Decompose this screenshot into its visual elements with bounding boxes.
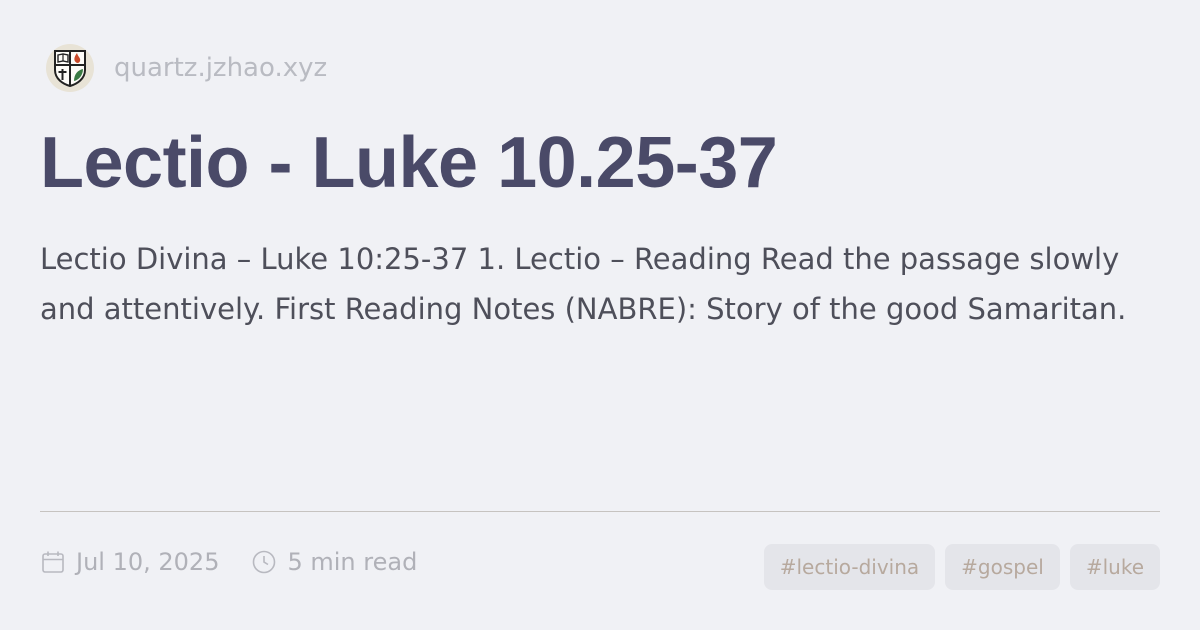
site-header: quartz.jzhao.xyz: [46, 44, 327, 92]
calendar-icon: [42, 551, 64, 573]
clock-icon: [253, 550, 276, 574]
page-title: Lectio - Luke 10.25-37: [40, 123, 778, 203]
reading-time-meta: 5 min read: [251, 548, 417, 576]
site-domain[interactable]: quartz.jzhao.xyz: [114, 53, 327, 83]
date-meta: Jul 10, 2025: [40, 548, 219, 576]
reading-time: 5 min read: [287, 548, 418, 576]
tag-list: #lectio-divina #gospel #luke: [754, 544, 1160, 590]
og-card: quartz.jzhao.xyz Lectio - Luke 10.25-37 …: [0, 0, 1200, 630]
meta-row: Jul 10, 2025 5 min read: [40, 548, 449, 576]
shield-book-cross-flame-icon: [54, 50, 86, 88]
tag-gospel[interactable]: #gospel: [945, 544, 1060, 590]
page-excerpt: Lectio Divina – Luke 10:25-37 1. Lectio …: [40, 242, 1127, 326]
site-logo[interactable]: [46, 44, 94, 92]
publish-date: Jul 10, 2025: [76, 548, 220, 576]
divider: [40, 511, 1160, 512]
tag-lectio-divina[interactable]: #lectio-divina: [763, 544, 936, 590]
tag-luke[interactable]: #luke: [1069, 544, 1160, 590]
